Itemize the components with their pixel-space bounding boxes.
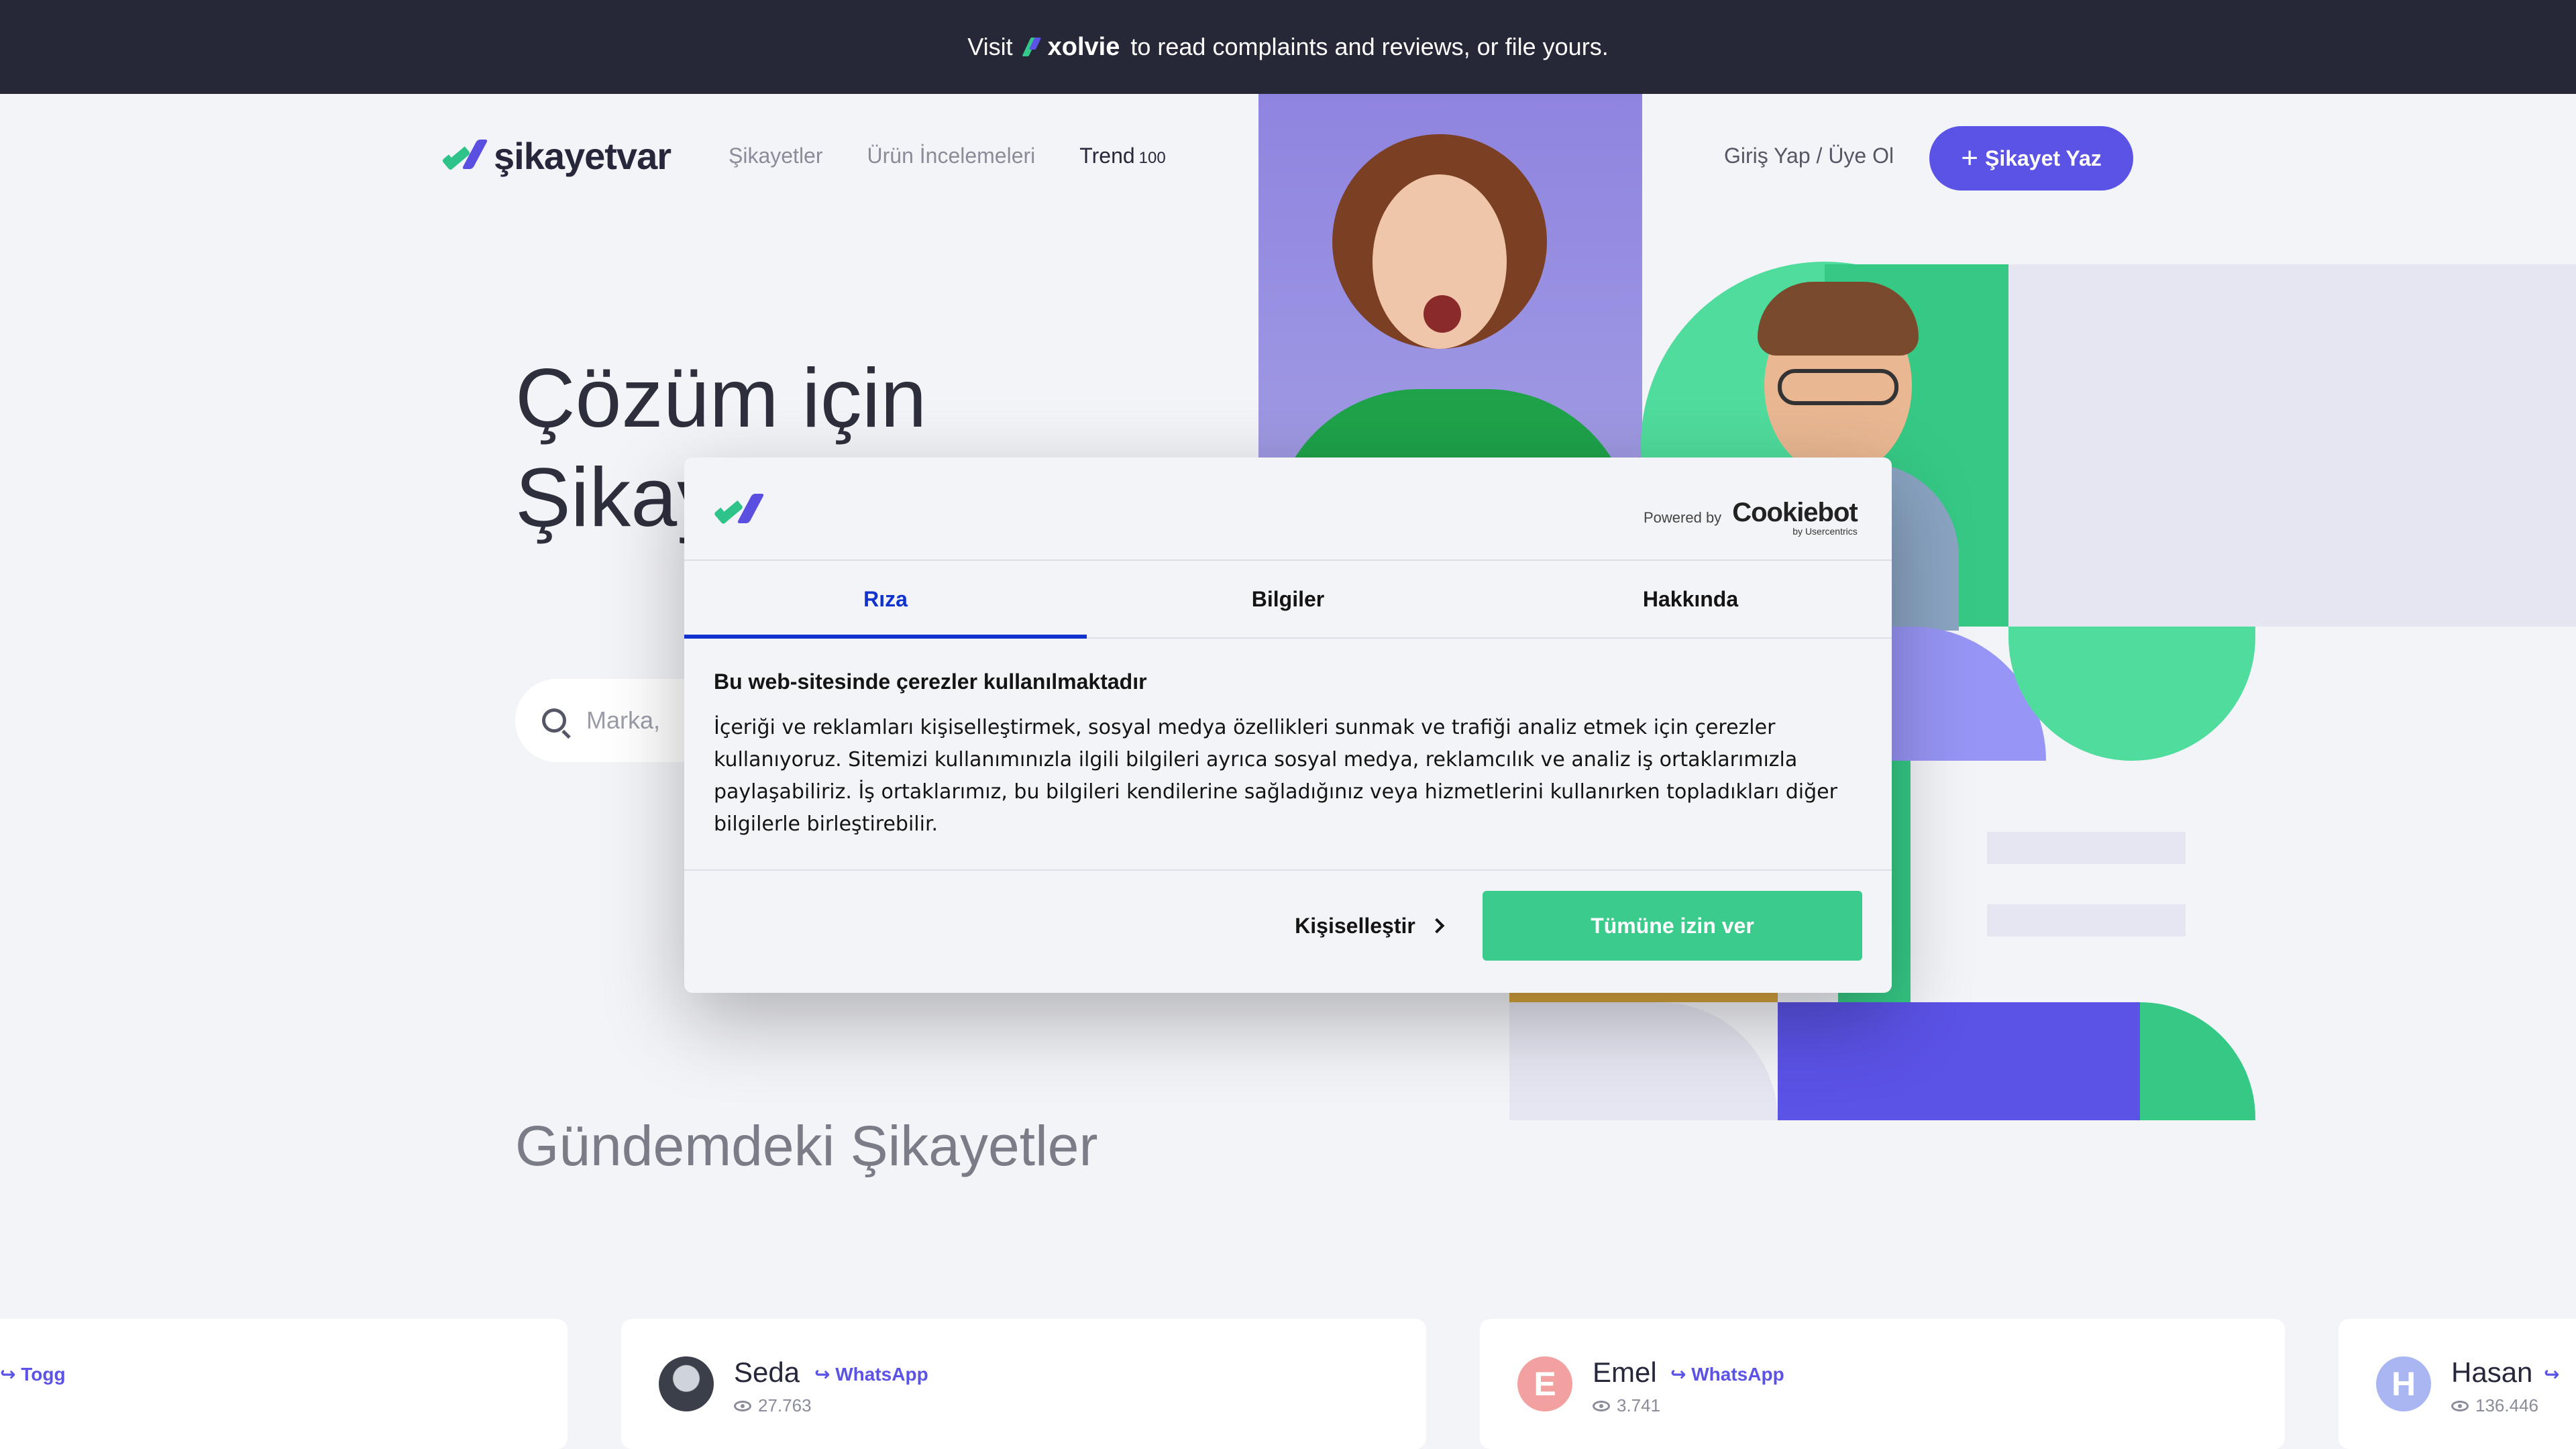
decor-bar (1987, 832, 2186, 864)
banner-suffix: to read complaints and reviews, or file … (1130, 33, 1609, 60)
nav-trend[interactable]: Trend 100 (1079, 144, 1165, 168)
plus-icon: + (1961, 142, 1978, 174)
decor-half-green (2008, 627, 2255, 761)
powered-by-label: Powered by (1644, 509, 1722, 526)
site-logo-icon (713, 491, 775, 531)
write-complaint-button[interactable]: + Şikayet Yaz (1929, 126, 2133, 191)
cookie-consent-dialog: Powered by Cookiebot by Usercentrics Rız… (684, 458, 1892, 993)
xolvie-logo-icon (1024, 36, 1042, 58)
search-icon (542, 708, 566, 733)
banner-prefix: Visit (967, 33, 1013, 60)
eye-icon (2451, 1400, 2469, 1411)
cookie-tabs: Rıza Bilgiler Hakkında (684, 561, 1892, 639)
card-user-name: Emel (1593, 1356, 1657, 1388)
decor-purple-block (1778, 1002, 2140, 1120)
trending-complaints-title: Gündemdeki Şikayetler (515, 1114, 1098, 1177)
logo-text: şikayetvar (494, 135, 672, 177)
cookiebot-logo: Cookiebot by Usercentrics (1732, 498, 1858, 537)
xolvie-link[interactable]: xolvie (1024, 33, 1120, 62)
eye-icon (734, 1400, 751, 1411)
complaint-card[interactable]: H Hasan ↪ 136.446 (2339, 1319, 2576, 1449)
tab-consent[interactable]: Rıza (684, 561, 1087, 639)
chevron-right-icon (1429, 918, 1445, 934)
write-complaint-label: Şikayet Yaz (1984, 146, 2102, 170)
avatar: E (1517, 1356, 1572, 1411)
tab-details[interactable]: Bilgiler (1087, 561, 1489, 637)
main-nav: Şikayetler Ürün İncelemeleri Trend 100 (729, 144, 1166, 168)
hero-title-line1: Çözüm için (515, 352, 927, 445)
avatar (659, 1356, 714, 1411)
customize-label: Kişiselleştir (1295, 913, 1415, 938)
cookie-description: İçeriği ve reklamları kişiselleştirmek, … (714, 716, 1837, 836)
trend-count: 100 (1138, 149, 1166, 167)
decor-bar (1987, 904, 2186, 936)
decor-green-quarter (2140, 1002, 2255, 1120)
dialog-header: Powered by Cookiebot by Usercentrics (684, 458, 1892, 561)
eye-icon (1593, 1400, 1610, 1411)
nav-product-reviews[interactable]: Ürün İncelemeleri (867, 144, 1036, 168)
site-logo[interactable]: şikayetvar (441, 134, 672, 178)
card-user-name: Seda (734, 1356, 800, 1388)
card-brand-link[interactable]: ↪ WhatsApp (814, 1363, 928, 1385)
cookie-heading: Bu web-sitesinde çerezler kullanılmaktad… (714, 669, 1147, 694)
xolvie-banner: Visit xolvie to read complaints and revi… (0, 0, 2576, 94)
decor-grey-panel (2008, 264, 2576, 627)
card-views: 27.763 (734, 1395, 812, 1416)
card-brand-link[interactable]: ↪ (2544, 1363, 2559, 1385)
card-views: 3.741 (1593, 1395, 1660, 1416)
cookie-body: Bu web-sitesinde çerezler kullanılmaktad… (714, 669, 1868, 841)
complaint-card[interactable]: E Emel ↪ WhatsApp 3.741 (1480, 1319, 2285, 1449)
complaint-card[interactable]: Seda ↪ WhatsApp 27.763 (621, 1319, 1426, 1449)
decor-grey-quarter (1509, 1002, 1778, 1120)
cookiebot-powered-by[interactable]: Powered by Cookiebot by Usercentrics (1644, 499, 1858, 537)
avatar: H (2376, 1356, 2431, 1411)
tab-about[interactable]: Hakkında (1489, 561, 1892, 637)
search-placeholder: Marka, (586, 706, 661, 734)
xolvie-brand: xolvie (1047, 32, 1120, 61)
complaint-card[interactable]: ↪ Togg (0, 1319, 568, 1449)
allow-all-button[interactable]: Tümüne izin ver (1483, 891, 1862, 961)
card-brand-link[interactable]: ↪ Togg (0, 1363, 66, 1385)
login-register-link[interactable]: Giriş Yap / Üye Ol (1724, 144, 1894, 168)
nav-trend-label: Trend (1079, 144, 1135, 168)
nav-complaints[interactable]: Şikayetler (729, 144, 823, 168)
sikayetvar-logo-icon (441, 139, 488, 173)
card-brand-link[interactable]: ↪ WhatsApp (1670, 1363, 1784, 1385)
dialog-footer: Kişiselleştir Tümüne izin ver (684, 869, 1892, 993)
card-user-name: Hasan (2451, 1356, 2533, 1388)
card-views: 136.446 (2451, 1395, 2538, 1416)
